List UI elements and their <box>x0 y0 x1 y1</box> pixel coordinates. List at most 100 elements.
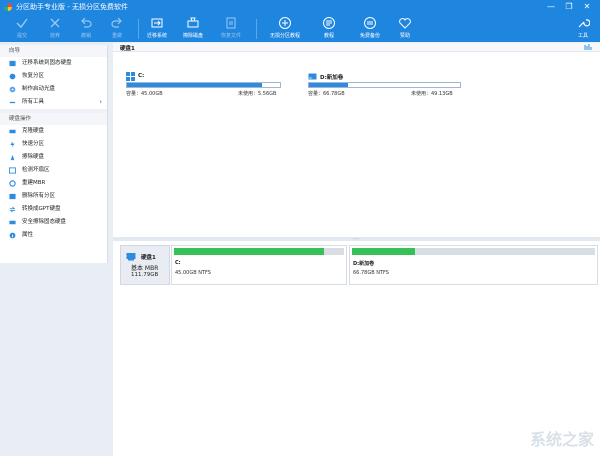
partition-name: D:新加卷 <box>353 261 375 267</box>
rebuild-mbr-icon <box>9 180 16 187</box>
disk-size: 111.79GB <box>131 272 159 278</box>
disk-type: 基本 MBR <box>131 265 159 272</box>
sidebar-item-recover-partition[interactable]: 恢复分区 <box>0 70 107 83</box>
wipe-hard-disk-icon <box>10 154 15 161</box>
sidebar: 向导 迁移系统到固态硬盘 恢复分区 制作启动光盘 所有工具 › 硬盘操作 克隆硬… <box>0 45 108 263</box>
partition-bar <box>352 248 595 255</box>
partition-card-c[interactable]: C: 容量：45.00GB 未使用：5.56GB <box>117 64 287 143</box>
check-icon <box>16 18 28 29</box>
sidebar-item-bad-sector[interactable]: 检测坏扇区 <box>0 164 107 177</box>
disk-icon <box>126 253 136 261</box>
sidebar-item-clone-disk[interactable]: 克隆硬盘 <box>0 125 107 138</box>
free-space-text: 未使用：49.13GB <box>411 91 453 97</box>
close-icon[interactable]: ✕ <box>580 1 594 13</box>
title-bar: 分区助手专业版 - 无损分区免费软件 — ❐ ✕ <box>0 0 600 14</box>
sidebar-item-label: 安全擦除固态硬盘 <box>22 219 67 225</box>
wipe-disk-label: 擦除磁盘 <box>182 33 203 39</box>
restore-icon[interactable]: ❐ <box>562 1 576 13</box>
sidebar-item-bootable-cd[interactable]: 制作启动光盘 <box>0 83 107 96</box>
sponsor-button[interactable]: 赞助 <box>388 15 422 42</box>
sidebar-item-label: 所有工具 <box>22 99 45 105</box>
sidebar-item-convert-gpt[interactable]: 转换成GPT硬盘 <box>0 203 107 216</box>
sidebar-item-wipe-disk[interactable]: 擦除硬盘 <box>0 151 107 164</box>
wizard-header: 向导 <box>0 45 107 57</box>
sidebar-item-label: 恢复分区 <box>22 73 45 79</box>
free-space-text: 未使用：5.56GB <box>238 91 277 97</box>
partition-bar-fill <box>174 248 324 255</box>
partition-tutorial-label: 无损分区教程 <box>269 33 300 39</box>
backup-icon <box>364 17 376 29</box>
discard-button[interactable]: 放弃 <box>38 15 72 42</box>
minimize-icon[interactable]: — <box>544 1 558 13</box>
sidebar-item-properties[interactable]: 属性 <box>0 229 107 242</box>
tools-button[interactable]: 工具 <box>566 15 600 42</box>
quick-partition-icon <box>10 141 15 148</box>
shield-plus-icon <box>279 17 291 29</box>
bad-sector-icon <box>9 167 16 174</box>
sidebar-item-label: 克隆硬盘 <box>22 128 45 134</box>
tools-label: 工具 <box>577 33 588 39</box>
sidebar-item-migrate-ssd[interactable]: 迁移系统到固态硬盘 <box>0 57 107 70</box>
watermark-logo: 系统之家 <box>529 430 594 449</box>
sidebar-item-label: 重建MBR <box>22 180 46 186</box>
redo-label: 重做 <box>111 33 122 39</box>
partition-name: D:新加卷 <box>320 75 344 81</box>
disk-info-box[interactable]: 硬盘1 基本 MBR 111.79GB <box>120 245 170 285</box>
recover-file-icon <box>226 17 236 29</box>
secure-erase-icon <box>9 220 16 225</box>
bootable-cd-icon <box>9 86 16 93</box>
redo-icon <box>111 17 122 28</box>
partition-card-d[interactable]: D:新加卷 容量：66.78GB 未使用：49.13GB <box>299 64 469 143</box>
sidebar-item-label: 属性 <box>22 232 34 238</box>
commit-button[interactable]: 提交 <box>5 15 39 42</box>
sidebar-item-secure-erase[interactable]: 安全擦除固态硬盘 <box>0 216 107 229</box>
undo-button[interactable]: 撤销 <box>69 15 103 42</box>
recover-file-button[interactable]: 恢复文件 <box>214 15 248 42</box>
wipe-disk-button[interactable]: 擦除磁盘 <box>176 15 210 42</box>
disk-map-partition-c[interactable]: C: 45.00GB NTFS <box>171 245 347 285</box>
toolbar: 提交 放弃 撤销 重做 迁移系统 擦除磁盘 恢复文件 无损分区教程 教程 免费备… <box>0 15 600 42</box>
disk-label: 硬盘1 <box>120 46 135 52</box>
disk-map-partition-d[interactable]: D:新加卷 66.78GB NTFS <box>349 245 598 285</box>
free-backup-button[interactable]: 免费备份 <box>353 15 387 42</box>
commit-label: 提交 <box>16 33 27 39</box>
sidebar-item-all-tools[interactable]: 所有工具 › <box>0 96 107 109</box>
drive-icon <box>308 73 317 80</box>
migrate-os-icon <box>151 18 163 28</box>
migrate-os-label: 迁移系统 <box>146 33 167 39</box>
usage-bar <box>126 82 281 88</box>
migrate-os-button[interactable]: 迁移系统 <box>140 15 174 42</box>
clone-disk-icon <box>9 129 16 134</box>
sidebar-item-delete-partitions[interactable]: 删除所有分区 <box>0 190 107 203</box>
tools-icon <box>578 19 590 28</box>
partition-tutorial-button[interactable]: 无损分区教程 <box>268 15 302 42</box>
disk-name: 硬盘1 <box>141 255 156 261</box>
cross-icon <box>50 18 60 28</box>
tutorial-button[interactable]: 教程 <box>312 15 346 42</box>
sidebar-item-rebuild-mbr[interactable]: 重建MBR <box>0 177 107 190</box>
sidebar-item-label: 快速分区 <box>22 141 45 147</box>
tutorial-label: 教程 <box>323 33 334 39</box>
heart-icon <box>399 18 411 29</box>
view-toggle-icon[interactable] <box>584 44 592 51</box>
recover-partition-icon <box>9 73 16 80</box>
capacity-text: 容量：66.78GB <box>308 91 345 97</box>
sidebar-item-quick-partition[interactable]: 快速分区 <box>0 138 107 151</box>
partition-name: C: <box>138 73 145 79</box>
windows-drive-icon <box>126 72 135 81</box>
usage-bar-fill <box>127 83 262 87</box>
sidebar-item-label: 检测坏扇区 <box>22 167 50 173</box>
partition-info: 45.00GB NTFS <box>175 270 211 276</box>
partition-name: C: <box>175 260 181 266</box>
toolbar-separator <box>256 19 257 39</box>
sidebar-item-label: 擦除硬盘 <box>22 154 45 160</box>
sidebar-item-label: 制作启动光盘 <box>22 86 56 92</box>
disk-view-pane: 硬盘1 C: 容量：45.00GB 未使用：5.56GB D:新加卷 容量：66… <box>113 43 600 237</box>
undo-icon <box>81 17 92 28</box>
all-tools-icon <box>9 101 16 104</box>
undo-label: 撤销 <box>80 33 91 39</box>
toolbar-separator <box>138 19 139 39</box>
redo-button[interactable]: 重做 <box>100 15 134 42</box>
wipe-disk-icon <box>187 17 199 28</box>
capacity-text: 容量：45.00GB <box>126 91 163 97</box>
